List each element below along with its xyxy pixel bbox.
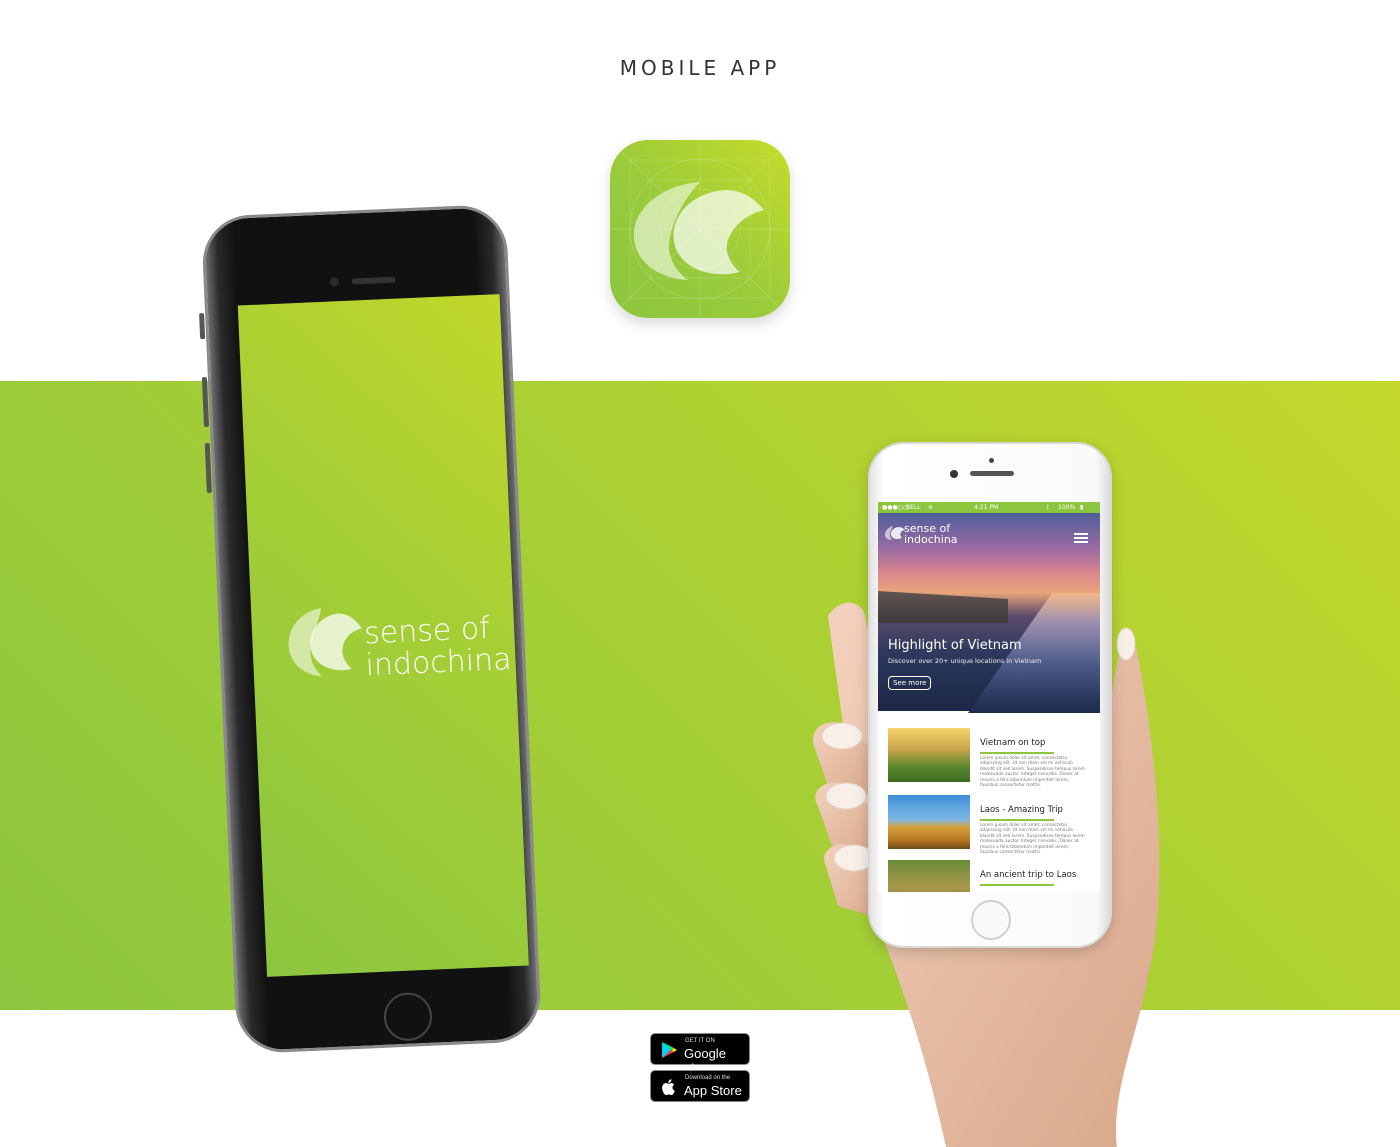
- battery-icon: ▮: [1080, 504, 1084, 511]
- hero-subtitle: Discover over 20+ unique locations in Vi…: [888, 657, 1042, 665]
- page-title: MOBILE APP: [619, 56, 781, 80]
- splash-screen: sense of indochina: [237, 294, 529, 977]
- splash-phone: sense of indochina: [199, 203, 543, 1055]
- status-time: 4:21 PM: [974, 504, 999, 511]
- app-phone: ●●●○○ BELL ≋ 4:21 PM ᛒ 100% ▮ sense of i…: [868, 442, 1112, 948]
- bluetooth-icon: ᛒ: [1046, 504, 1050, 511]
- apple-icon: [662, 1079, 675, 1096]
- splash-brand-name: sense of indochina: [363, 611, 513, 684]
- google-play-small-text: GET IT ON: [685, 1038, 715, 1044]
- card-divider: [980, 819, 1054, 821]
- card-title: An ancient trip to Laos: [980, 870, 1077, 880]
- app-store-small-text: Download on the: [685, 1075, 731, 1081]
- app-screen: ●●●○○ BELL ≋ 4:21 PM ᛒ 100% ▮ sense of i…: [878, 502, 1100, 892]
- carrier-label: BELL: [906, 504, 921, 511]
- battery-label: 100%: [1058, 504, 1076, 511]
- app-icon[interactable]: [610, 140, 790, 318]
- google-play-icon: [662, 1042, 677, 1058]
- hero-banner[interactable]: sense of indochina Highlight of Vietnam …: [878, 513, 1100, 713]
- leaf-logo-icon: [633, 182, 764, 280]
- leaf-logo-icon: [885, 526, 905, 540]
- hero-brand-line-2: indochina: [904, 533, 958, 546]
- card-thumbnail: [888, 728, 970, 782]
- list-item[interactable]: An ancient trip to Laos: [888, 860, 1094, 892]
- card-thumbnail: [888, 795, 970, 849]
- front-camera: [950, 470, 958, 478]
- list-item[interactable]: Vietnam on top Lorem ipsum dolor sit ame…: [888, 728, 1094, 789]
- status-bar: ●●●○○ BELL ≋ 4:21 PM ᛒ 100% ▮: [878, 502, 1100, 513]
- home-button: [971, 900, 1011, 940]
- google-play-badge[interactable]: GET IT ON Google play: [650, 1033, 750, 1076]
- proximity-sensor: [989, 458, 994, 463]
- card-thumbnail: [888, 860, 970, 892]
- brand-line-2: indochina: [364, 641, 513, 684]
- signal-icon: ●●●○○: [882, 504, 909, 511]
- wifi-icon: ≋: [928, 504, 934, 511]
- earpiece: [970, 471, 1014, 476]
- card-title: Laos - Amazing Trip: [980, 805, 1063, 815]
- card-divider: [980, 884, 1054, 886]
- list-item[interactable]: Laos - Amazing Trip Lorem ipsum dolor si…: [888, 795, 1094, 856]
- card-body: Lorem ipsum dolor sit amet, consectetur …: [980, 823, 1085, 856]
- hero-brand-name: sense of indochina: [904, 523, 958, 545]
- menu-icon[interactable]: [1074, 533, 1088, 545]
- app-store-badge[interactable]: Download on the App Store: [650, 1070, 750, 1102]
- hero-title: Highlight of Vietnam: [888, 638, 1022, 653]
- mute-switch: [199, 313, 206, 340]
- card-body: Lorem ipsum dolor sit amet, consectetur …: [980, 756, 1085, 789]
- card-divider: [980, 752, 1054, 754]
- card-title: Vietnam on top: [980, 738, 1046, 748]
- app-store-label: App Store: [684, 1083, 742, 1098]
- riverbank-scene: [878, 591, 1008, 623]
- see-more-button[interactable]: See more: [888, 676, 932, 690]
